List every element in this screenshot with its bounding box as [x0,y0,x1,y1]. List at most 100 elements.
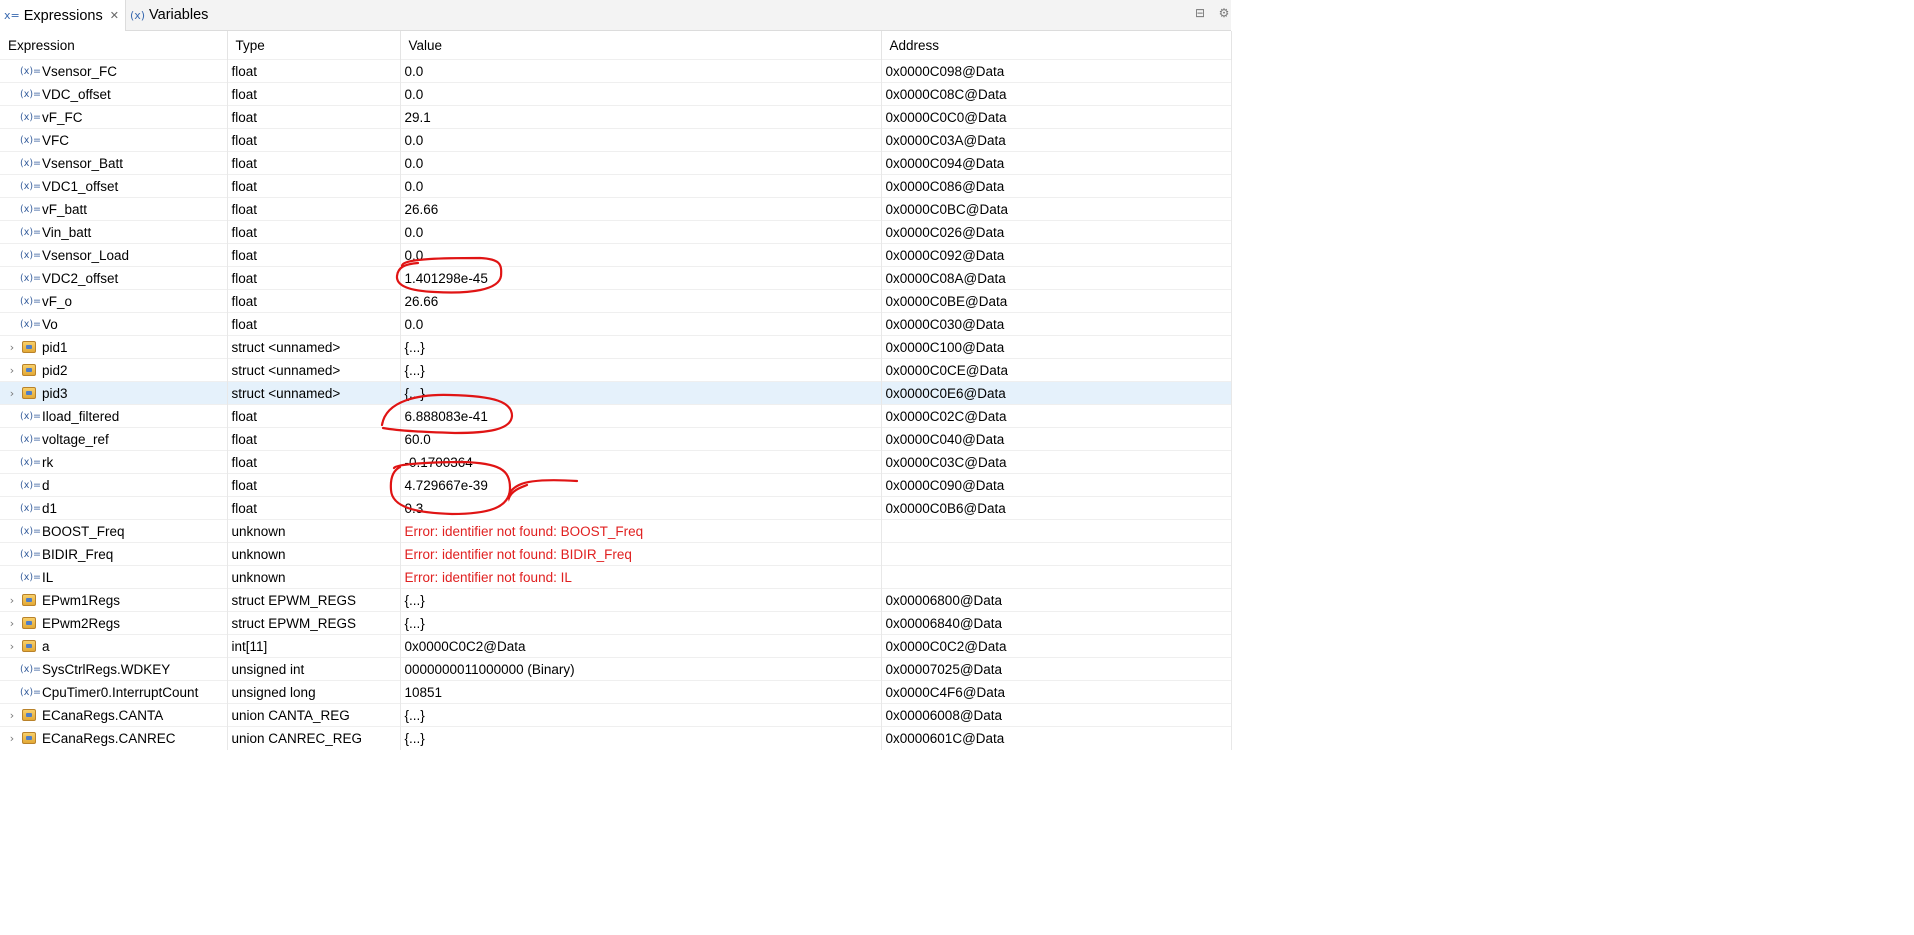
value-cell[interactable]: 0.0 [400,59,882,83]
expression-cell[interactable]: (x)= vF_batt [0,197,228,221]
value-cell[interactable]: Error: identifier not found: IL [400,565,882,589]
value-cell[interactable]: 10851 [400,680,882,704]
expression-cell[interactable]: (x)= IL [0,565,228,589]
table-row[interactable]: › pid3 struct <unnamed> {...} 0x0000C0E6@Dat… [0,381,1232,405]
table-row[interactable]: (x)= Vsensor_Batt float 0.0 0x0000C094@Data [0,151,1232,175]
table-row[interactable]: (x)= Vin_batt float 0.0 0x0000C026@Data [0,220,1232,244]
expression-cell[interactable]: (x)= SysCtrlRegs.WDKEY [0,657,228,681]
value-cell[interactable]: 0.0 [400,220,882,244]
table-row[interactable]: (x)= CpuTimer0.InterruptCount unsigned lon… [0,680,1232,704]
expression-cell[interactable]: › EPwm2Regs [0,611,228,635]
tab-expressions[interactable]: x= Expressions ✕ [0,0,126,31]
expression-cell[interactable]: (x)= Vin_batt [0,220,228,244]
table-row[interactable]: (x)= Iload_filtered float 6.888083e-41 0x000… [0,404,1232,428]
value-cell[interactable]: 0.0 [400,312,882,336]
value-cell[interactable]: 0.0 [400,243,882,267]
value-cell[interactable]: Error: identifier not found: BOOST_Freq [400,519,882,543]
value-cell[interactable]: 60.0 [400,427,882,451]
table-row[interactable]: › pid1 struct <unnamed> {...} 0x0000C100@Dat… [0,335,1232,359]
expression-cell[interactable]: › a [0,634,228,658]
value-cell[interactable]: 0.0 [400,174,882,198]
expression-cell[interactable]: (x)= Vo [0,312,228,336]
table-row[interactable]: (x)= VDC2_offset float 1.401298e-45 0x0000C0… [0,266,1232,290]
expression-cell[interactable]: (x)= d [0,473,228,497]
expression-cell[interactable]: (x)= Vsensor_Load [0,243,228,267]
table-row[interactable]: › EPwm2Regs struct EPWM_REGS {...} 0x0000684… [0,611,1232,635]
expression-cell[interactable]: › pid2 [0,358,228,382]
expression-cell[interactable]: (x)= CpuTimer0.InterruptCount [0,680,228,704]
table-row[interactable]: › a int[11] 0x0000C0C2@Data 0x0000C0C2@Data [0,634,1232,658]
expression-cell[interactable]: (x)= d1 [0,496,228,520]
chevron-right-icon[interactable]: › [4,364,20,377]
value-cell[interactable]: 26.66 [400,289,882,313]
value-cell[interactable]: 0.0 [400,82,882,106]
expression-cell[interactable]: (x)= Vsensor_Batt [0,151,228,175]
expression-cell[interactable]: › ECanaRegs.CANREC [0,726,228,750]
expression-cell[interactable]: (x)= vF_FC [0,105,228,129]
value-cell[interactable]: {...} [400,335,882,359]
value-cell[interactable]: 0.0 [400,128,882,152]
collapse-all-icon[interactable]: ⊟ [1193,6,1207,20]
chevron-right-icon[interactable]: › [4,709,20,722]
value-cell[interactable]: 26.66 [400,197,882,221]
expression-cell[interactable]: › pid3 [0,381,228,405]
chevron-right-icon[interactable]: › [4,617,20,630]
chevron-right-icon[interactable]: › [4,732,20,745]
value-cell[interactable]: {...} [400,726,882,750]
table-row[interactable]: (x)= IL unknown Error: identifier not found… [0,565,1232,589]
chevron-right-icon[interactable]: › [4,341,20,354]
value-cell[interactable]: 4.729667e-39 [400,473,882,497]
table-row[interactable]: › ECanaRegs.CANTA union CANTA_REG {...} 0x00… [0,703,1232,727]
chevron-right-icon[interactable]: › [4,387,20,400]
table-row[interactable]: (x)= rk float -0.1700364 0x0000C03C@Data [0,450,1232,474]
chevron-right-icon[interactable]: › [4,640,20,653]
table-row[interactable]: (x)= VDC1_offset float 0.0 0x0000C086@Data [0,174,1232,198]
table-row[interactable]: (x)= Vsensor_FC float 0.0 0x0000C098@Data [0,59,1232,83]
expression-cell[interactable]: › ECanaRegs.CANTA [0,703,228,727]
table-row[interactable]: (x)= Vsensor_Load float 0.0 0x0000C092@Data [0,243,1232,267]
value-cell[interactable]: 6.888083e-41 [400,404,882,428]
value-cell[interactable]: -0.1700364 [400,450,882,474]
value-cell[interactable]: Error: identifier not found: BIDIR_Freq [400,542,882,566]
expression-cell[interactable]: (x)= VDC1_offset [0,174,228,198]
table-row[interactable]: (x)= voltage_ref float 60.0 0x0000C040@Data [0,427,1232,451]
column-header-expression[interactable]: Expression [0,31,228,60]
table-row[interactable]: (x)= vF_FC float 29.1 0x0000C0C0@Data [0,105,1232,129]
column-header-value[interactable]: Value [400,31,882,60]
value-cell[interactable]: {...} [400,381,882,405]
close-icon[interactable]: ✕ [110,9,119,22]
value-cell[interactable]: 0.3 [400,496,882,520]
expression-cell[interactable]: (x)= BOOST_Freq [0,519,228,543]
value-cell[interactable]: 0.0 [400,151,882,175]
value-cell[interactable]: 29.1 [400,105,882,129]
value-cell[interactable]: 0x0000C0C2@Data [400,634,882,658]
value-cell[interactable]: 0000000011000000 (Binary) [400,657,882,681]
table-row[interactable]: (x)= VDC_offset float 0.0 0x0000C08C@Data [0,82,1232,106]
value-cell[interactable]: 1.401298e-45 [400,266,882,290]
expression-cell[interactable]: (x)= VDC_offset [0,82,228,106]
table-row[interactable]: (x)= BIDIR_Freq unknown Error: identifier n… [0,542,1232,566]
expression-cell[interactable]: (x)= BIDIR_Freq [0,542,228,566]
expression-cell[interactable]: (x)= VDC2_offset [0,266,228,290]
table-row[interactable]: (x)= VFC float 0.0 0x0000C03A@Data [0,128,1232,152]
value-cell[interactable]: {...} [400,611,882,635]
table-row[interactable]: (x)= vF_o float 26.66 0x0000C0BE@Data [0,289,1232,313]
table-row[interactable]: (x)= d1 float 0.3 0x0000C0B6@Data [0,496,1232,520]
table-row[interactable]: › pid2 struct <unnamed> {...} 0x0000C0CE@Dat… [0,358,1232,382]
value-cell[interactable]: {...} [400,588,882,612]
expression-cell[interactable]: (x)= Vsensor_FC [0,59,228,83]
settings-icon[interactable]: ⚙ [1217,6,1231,20]
value-cell[interactable]: {...} [400,703,882,727]
expression-cell[interactable]: (x)= vF_o [0,289,228,313]
table-row[interactable]: › EPwm1Regs struct EPWM_REGS {...} 0x0000680… [0,588,1232,612]
table-row[interactable]: (x)= BOOST_Freq unknown Error: identifier n… [0,519,1232,543]
chevron-right-icon[interactable]: › [4,594,20,607]
column-header-address[interactable]: Address [881,31,1232,60]
table-row[interactable]: (x)= d float 4.729667e-39 0x0000C090@Data [0,473,1232,497]
column-header-type[interactable]: Type [227,31,401,60]
tab-variables[interactable]: (x) Variables [126,0,214,30]
expression-cell[interactable]: (x)= VFC [0,128,228,152]
table-row[interactable]: › ECanaRegs.CANREC union CANREC_REG {...} 0x… [0,726,1232,750]
expression-cell[interactable]: › pid1 [0,335,228,359]
table-row[interactable]: (x)= Vo float 0.0 0x0000C030@Data [0,312,1232,336]
